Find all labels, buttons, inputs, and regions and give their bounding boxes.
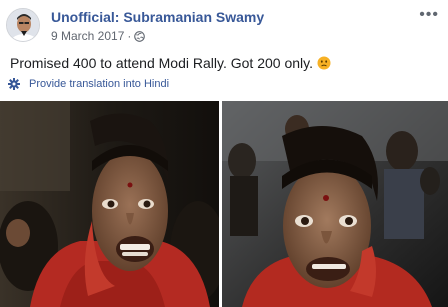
gear-icon bbox=[8, 78, 20, 90]
post-header: Unofficial: Subramanian Swamy 9 March 20… bbox=[0, 0, 448, 48]
author-name[interactable]: Unofficial: Subramanian Swamy bbox=[51, 9, 264, 25]
ellipsis-icon: ••• bbox=[419, 6, 439, 23]
globe-icon bbox=[134, 30, 146, 42]
post-date[interactable]: 9 March 2017 bbox=[51, 29, 124, 43]
meta-separator: · bbox=[127, 29, 132, 43]
video-frame-left[interactable] bbox=[0, 101, 219, 307]
post-media[interactable] bbox=[0, 101, 448, 307]
translate-link[interactable]: Provide translation into Hindi bbox=[8, 78, 169, 90]
translate-label: Provide translation into Hindi bbox=[29, 78, 170, 90]
video-frame-right[interactable] bbox=[222, 101, 448, 307]
post-text: Promised 400 to attend Modi Rally. Got 2… bbox=[10, 55, 331, 71]
avatar[interactable] bbox=[6, 8, 40, 42]
post-meta: 9 March 2017 · bbox=[51, 29, 146, 43]
more-options-button[interactable]: ••• bbox=[419, 7, 439, 23]
confused-face-icon bbox=[317, 56, 331, 70]
post-message: Promised 400 to attend Modi Rally. Got 2… bbox=[10, 55, 313, 71]
